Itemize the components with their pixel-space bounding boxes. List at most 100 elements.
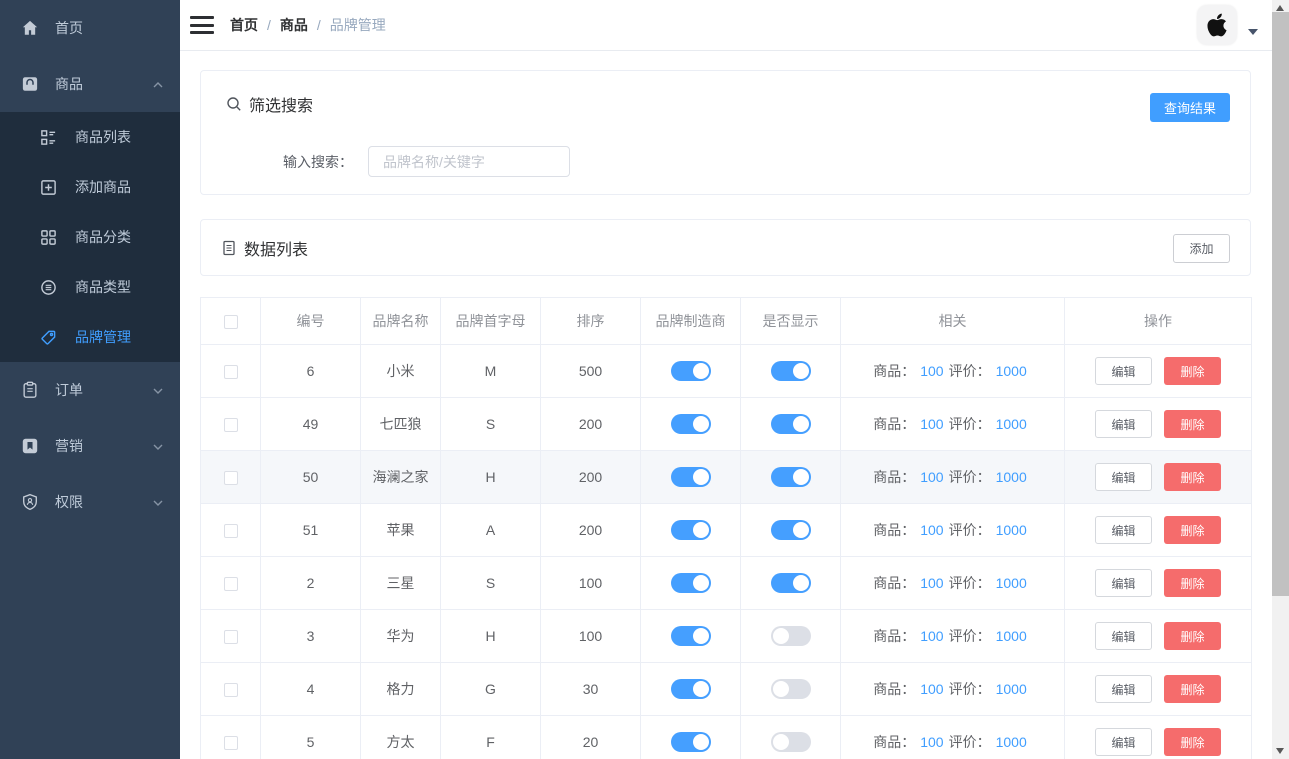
show-toggle[interactable] [771,520,811,540]
review-count-link[interactable]: 1000 [996,575,1027,591]
column-header-show: 是否显示 [741,298,841,345]
product-count-label: 商品： [873,416,915,432]
scroll-up-arrow-icon[interactable] [1276,5,1284,11]
factory-toggle[interactable] [671,732,711,752]
show-toggle[interactable] [771,361,811,381]
query-result-button[interactable]: 查询结果 [1150,93,1230,122]
edit-button[interactable]: 编辑 [1095,516,1152,544]
delete-button[interactable]: 删除 [1164,357,1221,385]
delete-button[interactable]: 删除 [1164,410,1221,438]
sidebar-item-brand-management[interactable]: 品牌管理 [0,312,180,362]
scrollbar-thumb[interactable] [1272,12,1289,596]
table-row: 50 海澜之家 H 200 商品：100评价：1000 编辑删除 [201,451,1252,504]
sidebar-item-order[interactable]: 订单 [0,362,180,418]
row-checkbox[interactable] [224,418,238,432]
chevron-down-icon [152,384,164,396]
column-header-letter: 品牌首字母 [441,298,541,345]
brand-letter-cell: S [441,557,541,610]
row-checkbox[interactable] [224,683,238,697]
sidebar-item-label: 商品 [55,74,152,94]
sidebar-item-label: 添加商品 [75,177,131,197]
breadcrumb-current: 品牌管理 [330,15,386,35]
sidebar-item-home[interactable]: 首页 [0,0,180,56]
sidebar-item-marketing[interactable]: 营销 [0,418,180,474]
show-toggle[interactable] [771,626,811,646]
product-count-link[interactable]: 100 [920,363,943,379]
review-count-link[interactable]: 1000 [996,734,1027,750]
sidebar-item-product[interactable]: 商品 [0,56,180,112]
delete-button[interactable]: 删除 [1164,516,1221,544]
delete-button[interactable]: 删除 [1164,569,1221,597]
brand-letter-cell: S [441,398,541,451]
delete-button[interactable]: 删除 [1164,622,1221,650]
edit-button[interactable]: 编辑 [1095,410,1152,438]
row-checkbox[interactable] [224,630,238,644]
review-count-link[interactable]: 1000 [996,363,1027,379]
sidebar-item-product-type[interactable]: 商品类型 [0,262,180,312]
review-count-label: 评价： [949,734,991,750]
show-toggle[interactable] [771,573,811,593]
row-checkbox[interactable] [224,471,238,485]
brand-name-cell: 方太 [361,716,441,759]
row-checkbox[interactable] [224,365,238,379]
review-count-link[interactable]: 1000 [996,469,1027,485]
hamburger-menu-icon[interactable] [190,15,214,35]
show-toggle[interactable] [771,732,811,752]
show-toggle[interactable] [771,679,811,699]
edit-button[interactable]: 编辑 [1095,675,1152,703]
breadcrumb-product[interactable]: 商品 [280,15,308,35]
factory-toggle[interactable] [671,679,711,699]
row-checkbox[interactable] [224,577,238,591]
factory-toggle[interactable] [671,414,711,434]
factory-toggle[interactable] [671,467,711,487]
select-all-checkbox[interactable] [224,315,238,329]
vertical-scrollbar[interactable] [1272,0,1289,759]
brand-search-input[interactable] [368,146,570,177]
product-count-link[interactable]: 100 [920,416,943,432]
show-toggle[interactable] [771,414,811,434]
edit-button[interactable]: 编辑 [1095,357,1152,385]
factory-toggle[interactable] [671,361,711,381]
brand-name-cell: 小米 [361,345,441,398]
brand-letter-cell: A [441,504,541,557]
related-cell: 商品：100评价：1000 [841,504,1065,557]
product-count-link[interactable]: 100 [920,628,943,644]
product-count-link[interactable]: 100 [920,469,943,485]
product-count-link[interactable]: 100 [920,522,943,538]
user-dropdown-caret-icon[interactable] [1248,29,1258,35]
delete-button[interactable]: 删除 [1164,463,1221,491]
edit-button[interactable]: 编辑 [1095,463,1152,491]
show-toggle[interactable] [771,467,811,487]
related-cell: 商品：100评价：1000 [841,716,1065,759]
delete-button[interactable]: 删除 [1164,728,1221,756]
row-checkbox[interactable] [224,524,238,538]
user-avatar[interactable] [1197,5,1237,45]
brand-name-cell: 海澜之家 [361,451,441,504]
review-count-link[interactable]: 1000 [996,522,1027,538]
row-checkbox[interactable] [224,736,238,750]
breadcrumb-home[interactable]: 首页 [230,15,258,35]
review-count-link[interactable]: 1000 [996,681,1027,697]
sidebar-item-add-product[interactable]: 添加商品 [0,162,180,212]
edit-button[interactable]: 编辑 [1095,569,1152,597]
edit-button[interactable]: 编辑 [1095,622,1152,650]
product-count-link[interactable]: 100 [920,575,943,591]
sidebar-item-product-category[interactable]: 商品分类 [0,212,180,262]
product-count-link[interactable]: 100 [920,734,943,750]
review-count-link[interactable]: 1000 [996,628,1027,644]
factory-toggle[interactable] [671,626,711,646]
review-count-link[interactable]: 1000 [996,416,1027,432]
product-count-link[interactable]: 100 [920,681,943,697]
scroll-down-arrow-icon[interactable] [1276,748,1284,754]
table-body: 6 小米 M 500 商品：100评价：1000 编辑删除 49 七匹狼 S 2… [201,345,1252,759]
add-brand-button[interactable]: 添加 [1173,234,1230,263]
factory-toggle[interactable] [671,520,711,540]
sidebar-item-product-list[interactable]: 商品列表 [0,112,180,162]
review-count-label: 评价： [949,522,991,538]
factory-toggle[interactable] [671,573,711,593]
edit-button[interactable]: 编辑 [1095,728,1152,756]
sidebar-item-permission[interactable]: 权限 [0,474,180,530]
delete-button[interactable]: 删除 [1164,675,1221,703]
brand-id-cell: 5 [261,716,361,759]
column-header-name: 品牌名称 [361,298,441,345]
